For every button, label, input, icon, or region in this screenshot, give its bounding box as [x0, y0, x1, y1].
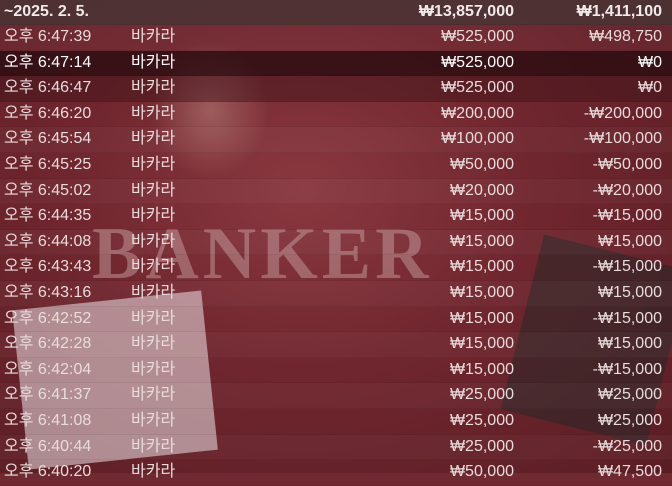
- row-bet: ₩100,000: [441, 130, 514, 148]
- row-result: -₩50,000: [592, 155, 662, 173]
- row-time: 오후 6:42:52: [4, 309, 92, 327]
- row-bet: ₩50,000: [449, 463, 514, 481]
- row-bet: ₩20,000: [449, 181, 514, 199]
- row-time: 오후 6:44:08: [4, 232, 92, 250]
- row-time: 오후 6:45:54: [4, 130, 92, 148]
- row-time: 오후 6:41:08: [4, 411, 92, 429]
- history-row[interactable]: 오후 6:40:44 바카라 ₩25,000 -₩25,000: [0, 435, 672, 461]
- history-row[interactable]: 오후 6:42:52 바카라 ₩15,000 -₩15,000: [0, 307, 672, 333]
- row-game: 바카라: [131, 386, 176, 404]
- row-result: ₩15,000: [597, 283, 662, 301]
- row-time: 오후 6:42:28: [4, 335, 92, 353]
- row-time: 오후 6:45:25: [4, 155, 92, 173]
- history-row[interactable]: 오후 6:42:28 바카라 ₩15,000 ₩15,000: [0, 332, 672, 358]
- row-bet: ₩525,000: [441, 53, 514, 71]
- row-bet: ₩25,000: [449, 386, 514, 404]
- history-row-selected[interactable]: 오후 6:47:14 바카라 ₩525,000 ₩0: [0, 50, 672, 77]
- row-bet: ₩200,000: [441, 104, 514, 122]
- row-time: 오후 6:40:20: [4, 463, 92, 481]
- row-game: 바카라: [131, 53, 176, 71]
- row-result: -₩15,000: [592, 258, 662, 276]
- history-row[interactable]: 오후 6:41:37 바카라 ₩25,000 ₩25,000: [0, 383, 672, 409]
- row-time: 오후 6:44:35: [4, 207, 92, 225]
- row-bet: ₩15,000: [449, 335, 514, 353]
- row-game: 바카라: [131, 104, 176, 122]
- row-game: 바카라: [131, 232, 176, 250]
- row-result: ₩25,000: [597, 411, 662, 429]
- row-time: 오후 6:46:20: [4, 104, 92, 122]
- row-result: -₩25,000: [592, 437, 662, 455]
- row-result: -₩20,000: [592, 181, 662, 199]
- row-time: 오후 6:47:39: [4, 28, 92, 45]
- row-game: 바카라: [131, 130, 176, 148]
- row-time: 오후 6:43:16: [4, 283, 92, 301]
- row-time: 오후 6:41:37: [4, 386, 92, 404]
- history-row[interactable]: 오후 6:43:16 바카라 ₩15,000 ₩15,000: [0, 281, 672, 307]
- history-row[interactable]: 오후 6:41:08 바카라 ₩25,000 ₩25,000: [0, 409, 672, 435]
- row-bet: ₩525,000: [441, 28, 514, 45]
- row-time: 오후 6:43:43: [4, 258, 92, 276]
- history-row[interactable]: 오후 6:45:54 바카라 ₩100,000 -₩100,000: [0, 127, 672, 153]
- history-row[interactable]: 오후 6:46:47 바카라 ₩525,000 ₩0: [0, 76, 672, 102]
- row-game: 바카라: [131, 360, 176, 378]
- row-result: -₩15,000: [592, 309, 662, 327]
- summary-result-total: ₩1,411,100: [576, 3, 662, 20]
- summary-bet-total: ₩13,857,000: [418, 3, 514, 20]
- row-game: 바카라: [131, 463, 176, 481]
- row-result: -₩100,000: [583, 130, 662, 148]
- row-bet: ₩50,000: [449, 155, 514, 173]
- row-game: 바카라: [131, 181, 176, 199]
- history-summary-row: ~2025. 2. 5. ₩13,857,000 ₩1,411,100: [0, 0, 672, 25]
- row-game: 바카라: [131, 437, 176, 455]
- row-result: -₩200,000: [583, 104, 662, 122]
- row-result: -₩15,000: [592, 207, 662, 225]
- row-bet: ₩15,000: [449, 283, 514, 301]
- row-game: 바카라: [131, 207, 176, 225]
- history-row[interactable]: 오후 6:45:02 바카라 ₩20,000 -₩20,000: [0, 179, 672, 205]
- row-result: ₩0: [638, 79, 662, 97]
- row-bet: ₩25,000: [449, 437, 514, 455]
- history-row[interactable]: 오후 6:47:39 바카라 ₩525,000 ₩498,750: [0, 25, 672, 51]
- history-row[interactable]: 오후 6:46:20 바카라 ₩200,000 -₩200,000: [0, 102, 672, 128]
- row-game: 바카라: [131, 155, 176, 173]
- row-bet: ₩15,000: [449, 232, 514, 250]
- history-row[interactable]: 오후 6:45:25 바카라 ₩50,000 -₩50,000: [0, 153, 672, 179]
- row-time: 오후 6:42:04: [4, 360, 92, 378]
- row-bet: ₩15,000: [449, 309, 514, 327]
- history-row[interactable]: 오후 6:44:08 바카라 ₩15,000 ₩15,000: [0, 230, 672, 256]
- history-row[interactable]: 오후 6:43:43 바카라 ₩15,000 -₩15,000: [0, 255, 672, 281]
- history-row[interactable]: 오후 6:44:35 바카라 ₩15,000 -₩15,000: [0, 204, 672, 230]
- row-game: 바카라: [131, 28, 176, 45]
- row-result: ₩498,750: [589, 28, 662, 45]
- row-result: ₩25,000: [597, 386, 662, 404]
- row-result: ₩15,000: [597, 335, 662, 353]
- row-game: 바카라: [131, 411, 176, 429]
- row-result: ₩0: [638, 53, 662, 71]
- row-time: 오후 6:46:47: [4, 79, 92, 97]
- row-game: 바카라: [131, 309, 176, 327]
- row-time: 오후 6:45:02: [4, 181, 92, 199]
- row-bet: ₩525,000: [441, 79, 514, 97]
- row-bet: ₩15,000: [449, 360, 514, 378]
- row-game: 바카라: [131, 258, 176, 276]
- summary-date: ~2025. 2. 5.: [4, 3, 89, 20]
- row-time: 오후 6:47:14: [4, 53, 92, 71]
- row-bet: ₩15,000: [449, 207, 514, 225]
- row-result: ₩15,000: [597, 232, 662, 250]
- row-game: 바카라: [131, 79, 176, 97]
- row-result: -₩15,000: [592, 360, 662, 378]
- row-time: 오후 6:40:44: [4, 437, 92, 455]
- bet-history-list: ~2025. 2. 5. ₩13,857,000 ₩1,411,100 오후 6…: [0, 0, 672, 486]
- row-bet: ₩25,000: [449, 411, 514, 429]
- history-row[interactable]: 오후 6:42:04 바카라 ₩15,000 -₩15,000: [0, 358, 672, 384]
- row-game: 바카라: [131, 283, 176, 301]
- row-bet: ₩15,000: [449, 258, 514, 276]
- row-game: 바카라: [131, 335, 176, 353]
- row-result: ₩47,500: [597, 463, 662, 481]
